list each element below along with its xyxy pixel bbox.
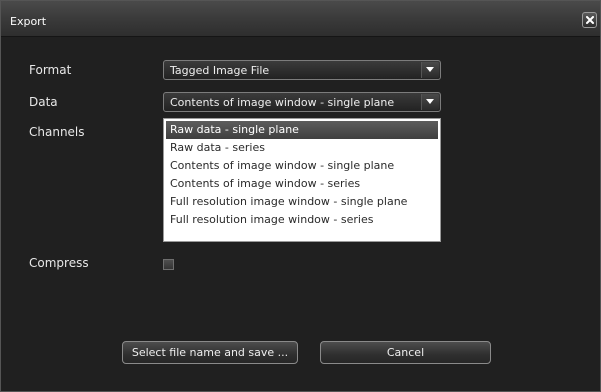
data-dropdown-button[interactable]	[421, 94, 439, 110]
format-select-value: Tagged Image File	[170, 64, 270, 77]
title-bar[interactable]: Export	[1, 1, 600, 37]
data-option-raw-series[interactable]: Raw data - series	[164, 139, 440, 157]
compress-checkbox[interactable]	[163, 259, 174, 270]
data-select-value: Contents of image window - single plane	[170, 96, 395, 109]
data-option-full-res-series[interactable]: Full resolution image window - series	[164, 211, 440, 229]
format-dropdown-button[interactable]	[421, 62, 439, 78]
data-option-contents-single-plane[interactable]: Contents of image window - single plane	[164, 157, 440, 175]
close-icon	[586, 16, 594, 24]
select-file-and-save-button[interactable]: Select file name and save ...	[122, 341, 298, 364]
data-label: Data	[29, 95, 58, 109]
close-button[interactable]	[582, 12, 597, 28]
data-option-contents-series[interactable]: Contents of image window - series	[164, 175, 440, 193]
data-options-list[interactable]: Raw data - single plane Raw data - serie…	[163, 118, 441, 242]
data-select[interactable]: Contents of image window - single plane	[163, 92, 441, 112]
format-label: Format	[29, 63, 72, 77]
chevron-down-icon	[426, 99, 434, 104]
export-dialog: Export Format Tagged Image File Data Con…	[0, 0, 601, 392]
cancel-button[interactable]: Cancel	[320, 341, 491, 364]
chevron-down-icon	[426, 67, 434, 72]
window-title: Export	[10, 15, 47, 28]
format-select[interactable]: Tagged Image File	[163, 60, 441, 80]
data-option-raw-single-plane[interactable]: Raw data - single plane	[166, 121, 438, 139]
data-option-full-res-single-plane[interactable]: Full resolution image window - single pl…	[164, 193, 440, 211]
channels-label: Channels	[29, 125, 85, 139]
compress-label: Compress	[29, 256, 89, 270]
